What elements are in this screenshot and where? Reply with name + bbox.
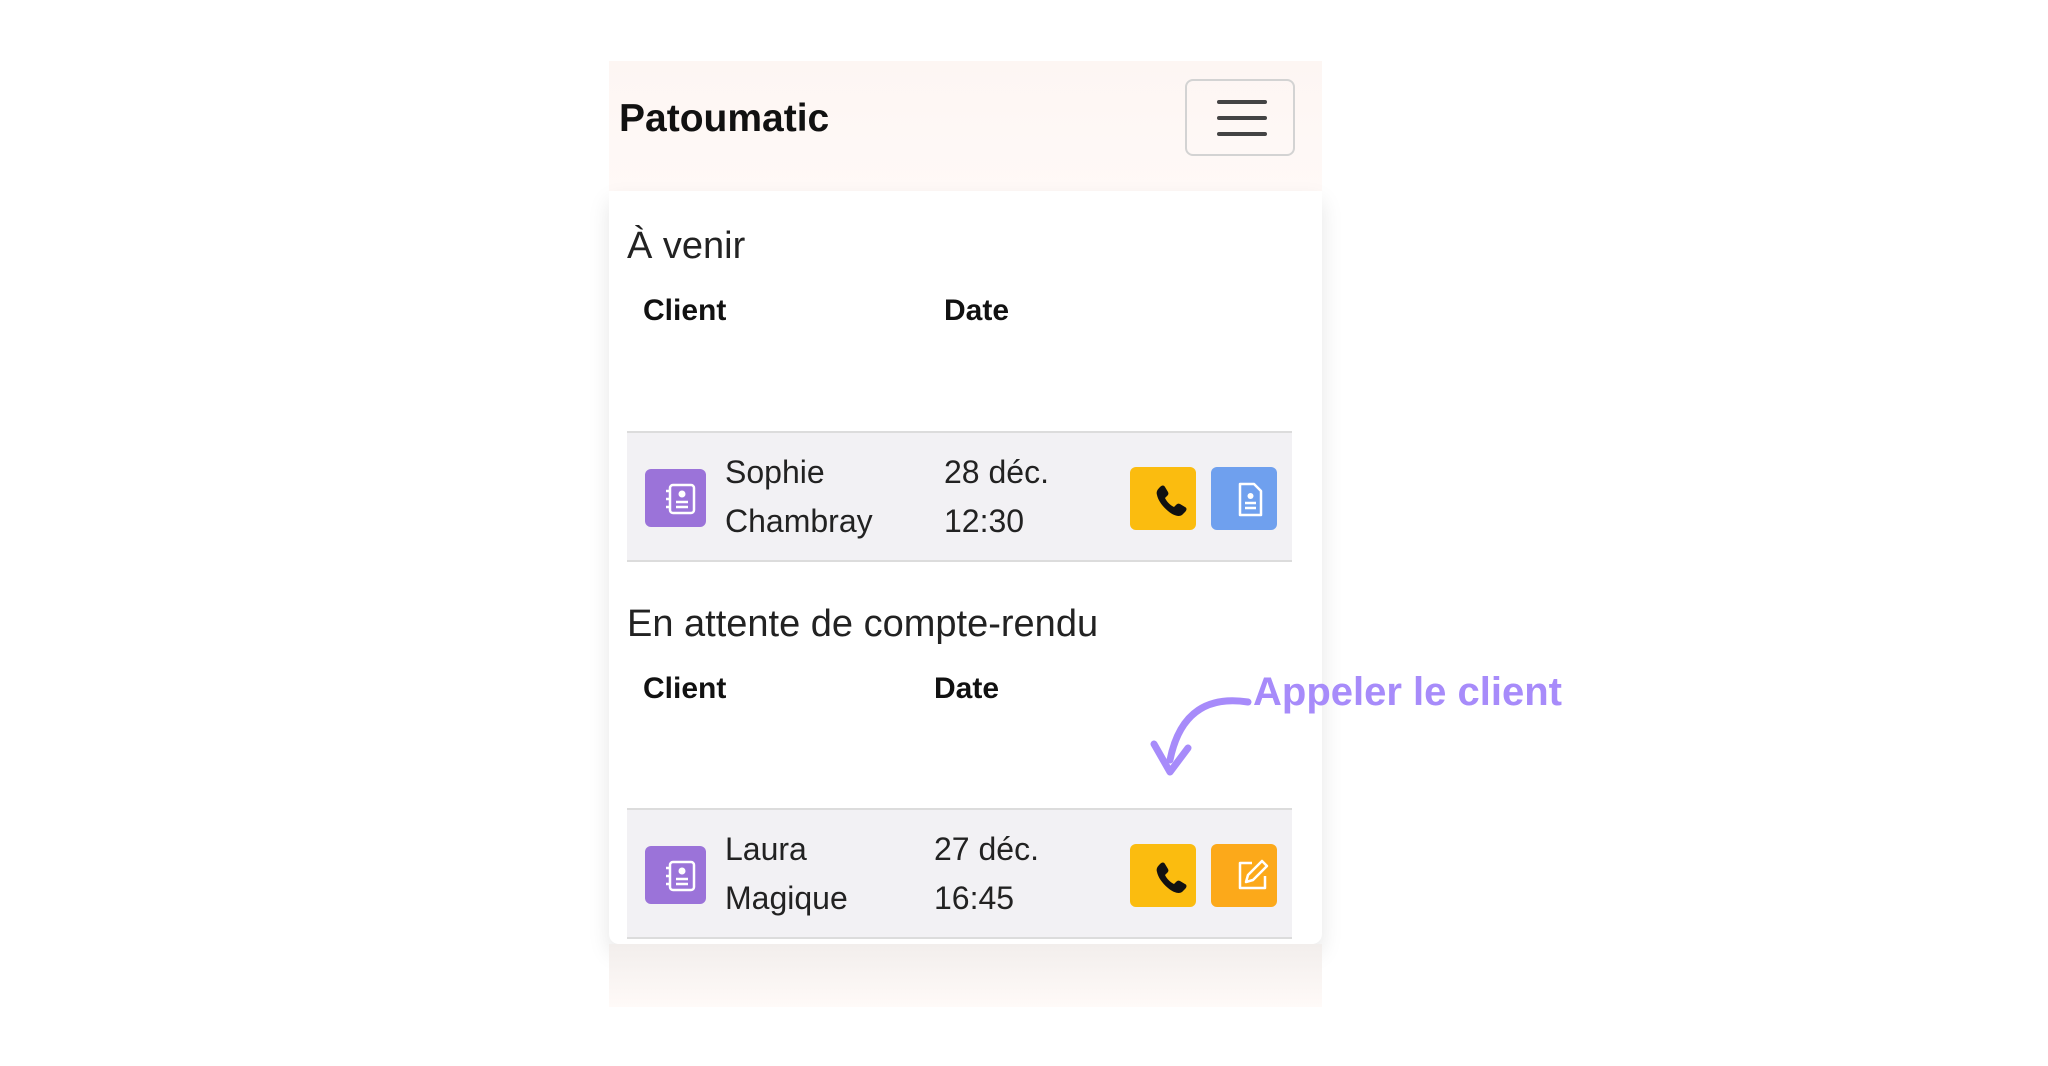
hamburger-icon bbox=[1217, 116, 1267, 120]
brand-title[interactable]: Patoumatic bbox=[619, 97, 829, 141]
contact-book-icon bbox=[666, 483, 696, 515]
document-icon bbox=[1238, 482, 1263, 517]
hamburger-icon bbox=[1217, 132, 1267, 136]
client-name: Laura Magique bbox=[725, 825, 925, 923]
hamburger-menu-button[interactable] bbox=[1185, 79, 1295, 156]
call-client-button[interactable] bbox=[1130, 467, 1196, 530]
contact-card-button[interactable] bbox=[645, 846, 706, 904]
annotation-label: Appeler le client bbox=[1253, 670, 1562, 714]
appointment-date: 27 déc. 16:45 bbox=[934, 825, 1084, 923]
appointment-date: 28 déc. 12:30 bbox=[944, 448, 1094, 546]
app-screen: Patoumatic À venir Client Date Sophie Ch… bbox=[609, 61, 1322, 1007]
write-report-button[interactable] bbox=[1211, 844, 1277, 907]
hamburger-icon bbox=[1217, 100, 1267, 104]
footer-band bbox=[609, 944, 1322, 1007]
view-document-button[interactable] bbox=[1211, 467, 1277, 530]
contact-book-icon bbox=[666, 860, 696, 892]
annotation-arrow-icon bbox=[1150, 697, 1252, 776]
column-header-client: Client bbox=[643, 672, 727, 705]
client-last-name: Magique bbox=[725, 880, 848, 916]
appointments-card: À venir Client Date Sophie Chambray 28 d… bbox=[609, 191, 1322, 944]
client-last-name: Chambray bbox=[725, 503, 873, 539]
edit-icon bbox=[1238, 859, 1269, 890]
contact-card-button[interactable] bbox=[645, 469, 706, 527]
client-first-name: Sophie bbox=[725, 454, 825, 490]
screenshot-stage: Patoumatic À venir Client Date Sophie Ch… bbox=[0, 0, 2048, 1066]
call-client-button[interactable] bbox=[1130, 844, 1196, 907]
navbar: Patoumatic bbox=[609, 61, 1322, 191]
appointment-day: 27 déc. bbox=[934, 831, 1039, 867]
phone-icon bbox=[1156, 862, 1187, 893]
column-header-client: Client bbox=[643, 294, 727, 327]
column-header-date: Date bbox=[934, 672, 1000, 705]
table-row: Sophie Chambray 28 déc. 12:30 bbox=[627, 431, 1292, 562]
appointment-day: 28 déc. bbox=[944, 454, 1049, 490]
appointment-time: 16:45 bbox=[934, 880, 1015, 916]
phone-icon bbox=[1156, 485, 1187, 516]
table-row: Laura Magique 27 déc. 16:45 bbox=[627, 808, 1292, 939]
appointment-time: 12:30 bbox=[944, 503, 1025, 539]
client-first-name: Laura bbox=[725, 831, 807, 867]
section-title-pending-report: En attente de compte-rendu bbox=[627, 603, 1099, 645]
client-name: Sophie Chambray bbox=[725, 448, 925, 546]
column-header-date: Date bbox=[944, 294, 1010, 327]
section-title-upcoming: À venir bbox=[627, 225, 746, 267]
